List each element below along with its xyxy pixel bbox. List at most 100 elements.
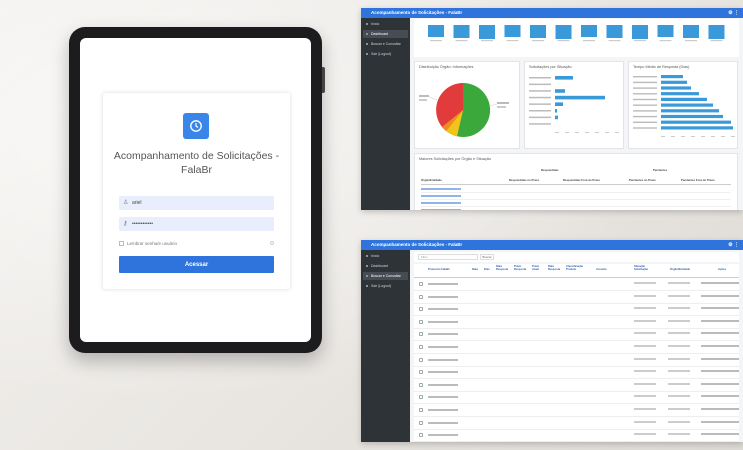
chart-category-label xyxy=(529,110,551,112)
placeholder-text xyxy=(668,307,690,310)
open-request-icon[interactable] xyxy=(419,370,423,375)
response-time-panel-title: Tempo Médio de Resposta (Dias) xyxy=(633,65,690,69)
chart-bar xyxy=(632,25,648,39)
table-row[interactable] xyxy=(414,405,739,417)
open-request-icon[interactable] xyxy=(419,345,423,349)
placeholder-text xyxy=(428,371,458,374)
table-row[interactable] xyxy=(421,194,731,200)
placeholder-text xyxy=(428,396,458,399)
table-row[interactable] xyxy=(414,418,739,430)
placeholder-text xyxy=(668,319,690,322)
placeholder-text xyxy=(634,395,656,398)
placeholder-text xyxy=(668,370,690,373)
search-button[interactable]: Buscar xyxy=(480,254,494,260)
summary-table-header: Órgão/Entidade Respondidas no Prazo Resp… xyxy=(421,178,731,185)
sidebar-item-inicio[interactable]: Início xyxy=(363,20,408,28)
filter-input[interactable]: Filtro xyxy=(418,254,478,260)
app-logo-icon xyxy=(183,113,209,139)
sidebar-item-buscar[interactable]: Buscar e Consultar xyxy=(363,272,408,280)
table-row[interactable] xyxy=(414,392,739,405)
open-request-icon[interactable] xyxy=(419,408,423,412)
chart-category-label xyxy=(633,104,657,106)
sidebar-item-sair[interactable]: Sair (Logout) xyxy=(363,282,408,290)
chart-tick-label xyxy=(661,136,665,137)
sidebar-item-sair[interactable]: Sair (Logout) xyxy=(363,50,408,58)
chart-bar xyxy=(661,114,723,119)
placeholder-text xyxy=(634,433,656,436)
chart-bar xyxy=(661,86,691,90)
open-request-icon[interactable] xyxy=(419,395,423,400)
username-field[interactable]: ♙ ariel xyxy=(119,196,274,210)
chart-tick-label xyxy=(585,132,589,133)
chart-category-label xyxy=(529,116,551,119)
placeholder-text xyxy=(428,409,458,411)
chart-tick-label xyxy=(557,40,570,42)
open-request-icon[interactable] xyxy=(419,332,423,337)
chart-bar xyxy=(555,76,573,80)
sidebar-item-inicio[interactable]: Início xyxy=(363,252,408,260)
chart-tick-label xyxy=(671,136,675,137)
table-row[interactable] xyxy=(414,342,739,354)
remember-me[interactable]: Lembrar senha/e usuário xyxy=(119,239,274,247)
col-orgao: Órgão/Entidade xyxy=(421,178,442,182)
table-row[interactable] xyxy=(414,355,739,367)
list-content: Filtro Buscar Protocolo FalaBr Data Dias… xyxy=(410,250,743,442)
dashboard-content: Distribuição Órgão: Informações Solicita… xyxy=(410,18,743,210)
chart-category-label xyxy=(529,96,551,99)
open-request-icon[interactable] xyxy=(419,420,423,425)
sidebar-item-buscar[interactable]: Buscar e Consultar xyxy=(363,40,408,48)
chart-category-label xyxy=(529,77,551,79)
username-value: ariel xyxy=(132,200,142,206)
sidebar-item-dashboard[interactable]: Dashboard xyxy=(363,262,408,270)
placeholder-text xyxy=(634,307,656,310)
open-request-icon[interactable] xyxy=(419,382,423,387)
chart-tick-label xyxy=(710,40,723,42)
placeholder-text xyxy=(634,332,656,335)
pie-chart-panel: Distribuição Órgão: Informações xyxy=(414,61,520,149)
subheader-pendentes: Pendentes xyxy=(653,168,668,172)
table-row[interactable] xyxy=(414,430,739,442)
table-row[interactable] xyxy=(414,279,739,291)
pie-chart xyxy=(419,82,509,137)
login-button[interactable]: Acessar xyxy=(119,256,274,273)
table-row[interactable] xyxy=(414,317,739,329)
open-request-icon[interactable] xyxy=(419,294,423,299)
table-row[interactable] xyxy=(414,380,739,392)
open-request-icon[interactable] xyxy=(419,319,423,324)
open-request-icon[interactable] xyxy=(419,282,423,286)
response-time-bar-chart xyxy=(633,75,735,137)
placeholder-text xyxy=(634,319,656,322)
chart-tick-label xyxy=(731,136,735,137)
password-field[interactable]: ⚷ •••••••••••• xyxy=(119,217,274,231)
remember-checkbox[interactable] xyxy=(119,240,124,246)
table-row[interactable] xyxy=(414,367,739,380)
table-row[interactable] xyxy=(421,208,731,210)
sidebar-item-dashboard[interactable]: Dashboard xyxy=(363,30,408,38)
col-orgao: Órgão/Entidade xyxy=(670,268,691,271)
chart-tick-label xyxy=(691,136,695,137)
placeholder-text xyxy=(428,383,458,386)
window-controls-icon[interactable]: ⚙ ⋮ xyxy=(728,240,739,250)
open-request-icon[interactable] xyxy=(419,307,423,312)
table-row[interactable] xyxy=(421,187,731,193)
table-row[interactable] xyxy=(414,329,739,342)
open-request-icon[interactable] xyxy=(419,433,423,438)
chart-category-label xyxy=(633,115,657,118)
placeholder-text xyxy=(668,395,690,398)
summary-table-title: Maiores Solicitações por Órgão e Situaçã… xyxy=(419,157,491,161)
table-row[interactable] xyxy=(414,292,739,304)
chart-tick-label xyxy=(608,40,621,42)
situation-bar-chart xyxy=(529,76,619,133)
sidebar: Início Dashboard Buscar e Consultar Sair… xyxy=(361,250,410,442)
chart-bar xyxy=(661,103,713,107)
table-row[interactable] xyxy=(421,201,731,207)
chart-tick-label xyxy=(681,136,685,137)
chart-bar xyxy=(428,25,444,37)
window-controls-icon[interactable]: ⚙ ⋮ xyxy=(728,8,739,18)
chart-tick-label xyxy=(555,132,559,133)
chart-tick-label xyxy=(583,40,595,42)
chart-bar xyxy=(555,25,572,39)
chart-category-label xyxy=(633,121,657,123)
open-request-icon[interactable] xyxy=(419,357,423,362)
table-row[interactable] xyxy=(414,304,739,317)
